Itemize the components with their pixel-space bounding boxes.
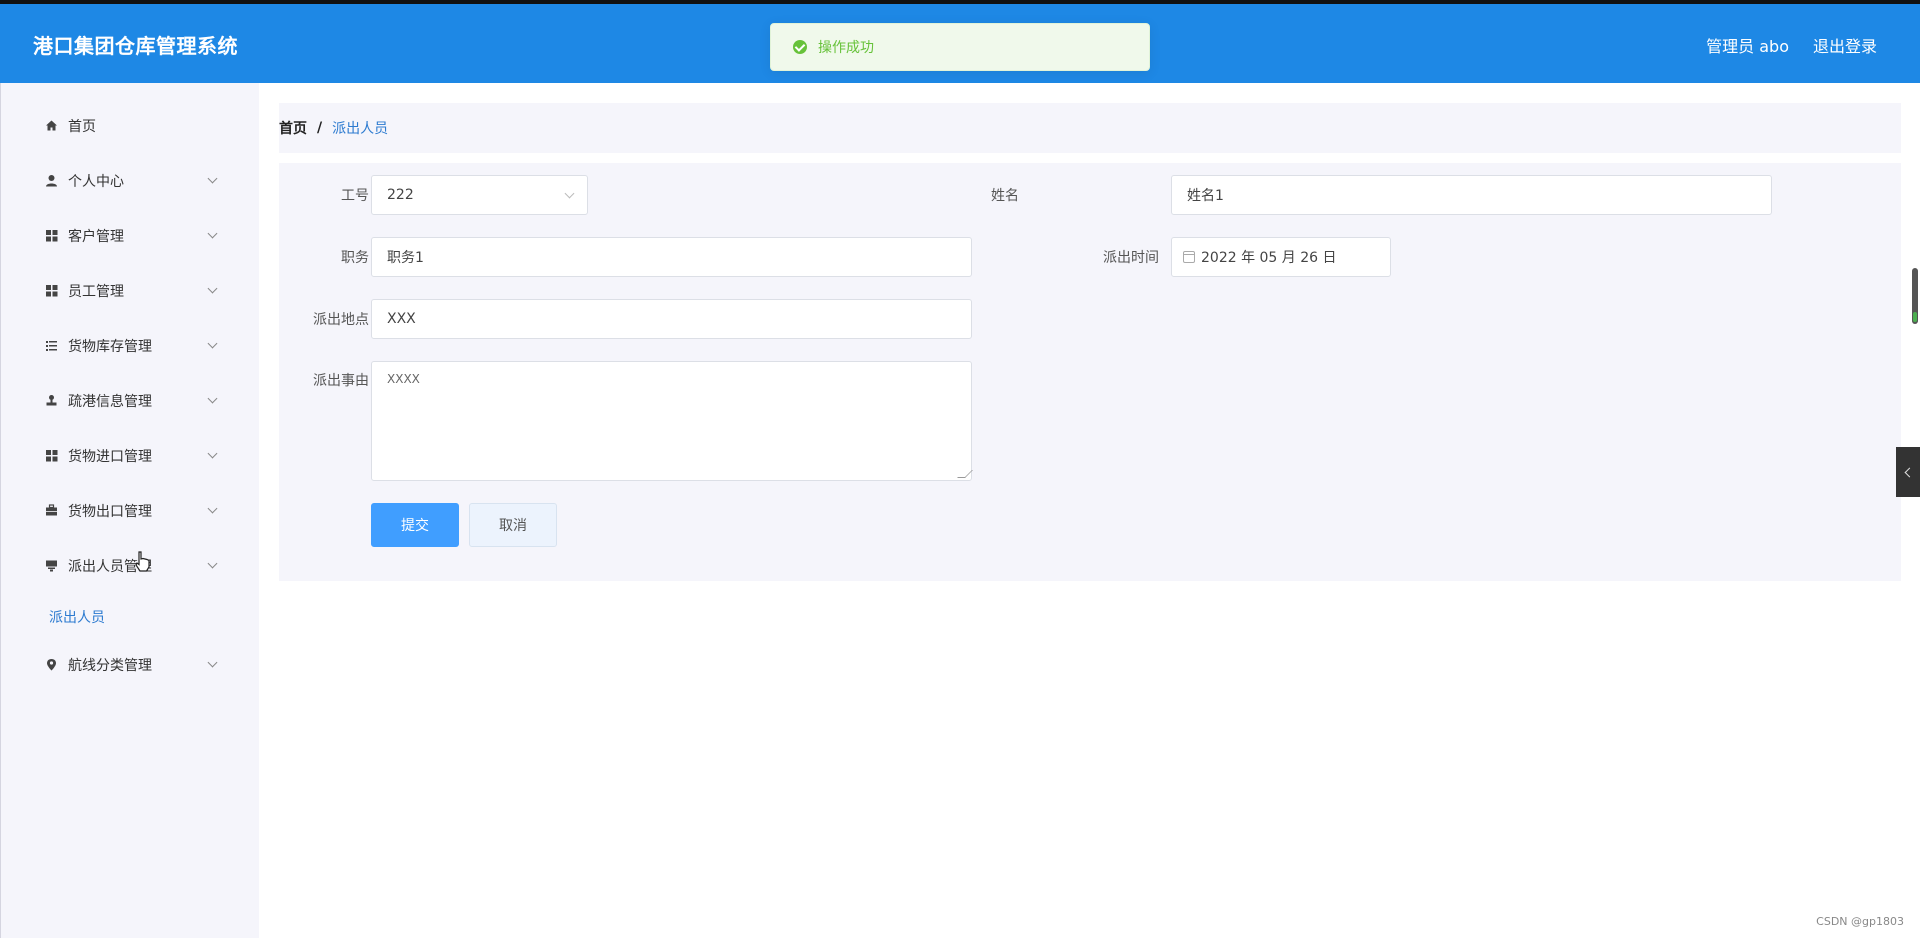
sidebar-item-label: 员工管理 [68, 283, 124, 300]
dispatch-form: 工号 222 姓名 姓名1 职务 职务1 派出时间 2022 年 05 月 26… [279, 163, 1901, 581]
breadcrumb-separator: / [317, 120, 323, 136]
sidebar-item-label: 客户管理 [68, 228, 124, 245]
sidebar-item-label: 个人中心 [68, 173, 124, 190]
grid-icon [45, 284, 58, 297]
name-input[interactable]: 姓名1 [1171, 175, 1772, 215]
calendar-icon [1183, 251, 1195, 263]
sidebar-item-label: 货物库存管理 [68, 338, 152, 355]
app-title: 港口集团仓库管理系统 [33, 34, 238, 58]
check-circle-icon [793, 40, 807, 54]
position-value: 职务1 [387, 250, 424, 266]
toast-message: 操作成功 [818, 40, 874, 56]
employee-no-select[interactable]: 222 [371, 175, 588, 215]
logout-link[interactable]: 退出登录 [1813, 33, 1877, 57]
reason-textarea[interactable]: XXXX [371, 361, 973, 481]
location-label: 派出地点 [313, 312, 369, 328]
chevron-down-icon [207, 228, 218, 239]
chevron-down-icon [207, 503, 218, 514]
chevron-down-icon [207, 448, 218, 459]
chevron-down-icon [207, 173, 218, 184]
dispatch-time-label: 派出时间 [1103, 250, 1159, 266]
briefcase-icon [45, 504, 58, 517]
collapse-panel-button[interactable] [1896, 447, 1920, 497]
position-label: 职务 [341, 250, 369, 266]
grid-icon [45, 229, 58, 242]
location-value: XXX [387, 311, 416, 327]
name-label: 姓名 [991, 188, 1019, 204]
watermark: CSDN @gp1803 [1816, 915, 1904, 928]
breadcrumb-home[interactable]: 首页 [279, 118, 307, 138]
breadcrumb-current: 派出人员 [332, 121, 389, 137]
sidebar-item-customers[interactable]: 客户管理 [1, 208, 260, 263]
sidebar-item-export[interactable]: 货物出口管理 [1, 483, 260, 538]
sidebar-item-home[interactable]: 首页 [1, 98, 260, 153]
stamp-icon [45, 394, 58, 407]
sidebar-item-label: 首页 [68, 118, 96, 135]
sidebar-item-inventory[interactable]: 货物库存管理 [1, 318, 260, 373]
list-icon [45, 339, 58, 352]
sidebar-item-personal-center[interactable]: 个人中心 [1, 153, 260, 208]
cancel-button[interactable]: 取消 [469, 503, 557, 547]
sidebar-item-employees[interactable]: 员工管理 [1, 263, 260, 318]
sidebar-item-label: 航线分类管理 [68, 657, 152, 674]
user-icon [45, 174, 58, 187]
sidebar: 首页 个人中心 客户管理 员工管理 货物库存管理 疏港信息管理 货物进口管理 货… [0, 83, 259, 938]
breadcrumb: 首页 / 派出人员 [279, 103, 1901, 153]
chevron-down-icon [207, 558, 218, 569]
chevron-down-icon [564, 188, 575, 199]
resize-handle[interactable] [957, 470, 973, 478]
user-label[interactable]: 管理员 abo [1706, 33, 1789, 57]
reason-label: 派出事由 [313, 373, 369, 389]
submit-button[interactable]: 提交 [371, 503, 459, 547]
header-user-area: 管理员 abo 退出登录 [1706, 33, 1877, 57]
pin-icon [45, 658, 58, 671]
employee-no-value: 222 [387, 187, 414, 203]
name-value: 姓名1 [1187, 188, 1224, 204]
success-toast: 操作成功 [770, 23, 1150, 71]
sidebar-item-dispatch-staff[interactable]: 派出人员管理 [1, 538, 260, 593]
hand-cursor-icon [134, 550, 152, 577]
sidebar-item-import[interactable]: 货物进口管理 [1, 428, 260, 483]
employee-no-label: 工号 [341, 188, 369, 204]
home-icon [45, 119, 58, 132]
sidebar-item-label: 货物出口管理 [68, 503, 152, 520]
main-content: 首页 / 派出人员 工号 222 姓名 姓名1 职务 职务1 派出时间 2022… [259, 83, 1920, 938]
chevron-down-icon [207, 283, 218, 294]
location-input[interactable]: XXX [371, 299, 972, 339]
chevron-down-icon [207, 657, 218, 668]
chevron-down-icon [207, 338, 218, 349]
tray-icon [45, 559, 58, 572]
chevron-down-icon [207, 393, 218, 404]
dispatch-time-picker[interactable]: 2022 年 05 月 26 日 [1171, 237, 1391, 277]
scrollbar-thumb[interactable] [1912, 268, 1918, 324]
sidebar-subitem-dispatch-staff[interactable]: 派出人员 [49, 607, 105, 627]
sidebar-item-label: 疏港信息管理 [68, 393, 152, 410]
chevron-left-icon [1904, 467, 1915, 477]
grid-icon [45, 449, 58, 462]
reason-value: XXXX [387, 372, 420, 386]
sidebar-item-routes[interactable]: 航线分类管理 [1, 637, 260, 692]
position-input[interactable]: 职务1 [371, 237, 972, 277]
sidebar-item-label: 货物进口管理 [68, 448, 152, 465]
dispatch-time-value: 2022 年 05 月 26 日 [1201, 250, 1337, 266]
sidebar-item-port-clearance[interactable]: 疏港信息管理 [1, 373, 260, 428]
